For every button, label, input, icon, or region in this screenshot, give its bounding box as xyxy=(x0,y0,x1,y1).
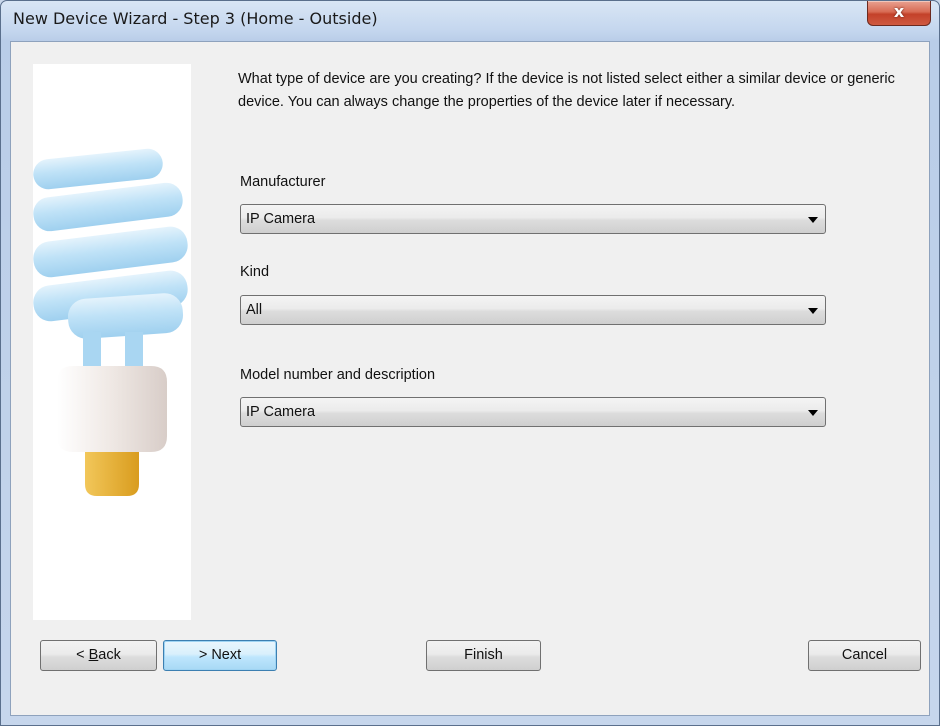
side-image-panel xyxy=(33,64,191,620)
next-button[interactable]: > Next xyxy=(163,640,277,671)
kind-dropdown[interactable]: All xyxy=(240,295,826,325)
chevron-down-icon xyxy=(808,217,818,223)
back-mnemonic: B xyxy=(88,647,99,663)
wizard-content: What type of device are you creating? If… xyxy=(10,41,930,716)
model-value: IP Camera xyxy=(246,404,316,420)
wizard-window: New Device Wizard - Step 3 (Home - Outsi… xyxy=(0,0,940,726)
chevron-down-icon xyxy=(808,308,818,314)
title-bar[interactable]: New Device Wizard - Step 3 (Home - Outsi… xyxy=(1,1,939,41)
instruction-text: What type of device are you creating? If… xyxy=(238,71,895,110)
close-button[interactable]: x xyxy=(867,1,931,26)
model-label: Model number and description xyxy=(240,367,436,383)
finish-button[interactable]: Finish xyxy=(426,640,541,671)
manufacturer-label: Manufacturer xyxy=(240,174,326,190)
manufacturer-value: IP Camera xyxy=(246,211,316,227)
back-button[interactable]: < Back xyxy=(40,640,157,671)
chevron-down-icon xyxy=(808,410,818,416)
window-title: New Device Wizard - Step 3 (Home - Outsi… xyxy=(13,9,378,28)
kind-value: All xyxy=(246,302,263,318)
back-prefix: < xyxy=(76,647,89,663)
back-rest: ack xyxy=(98,647,121,663)
model-dropdown[interactable]: IP Camera xyxy=(240,397,826,427)
kind-label: Kind xyxy=(240,264,270,280)
manufacturer-dropdown[interactable]: IP Camera xyxy=(240,204,826,234)
cfl-light-bulb-icon xyxy=(33,148,188,496)
cancel-button[interactable]: Cancel xyxy=(808,640,921,671)
close-icon: x xyxy=(893,2,905,21)
